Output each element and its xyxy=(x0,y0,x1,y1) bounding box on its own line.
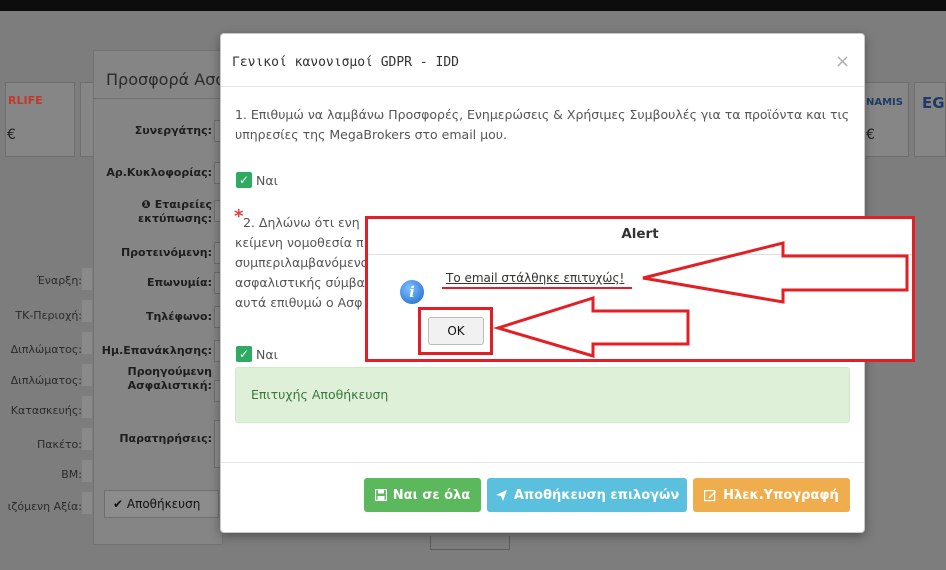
arrow-to-message xyxy=(642,241,909,304)
arrow-to-ok xyxy=(492,295,690,359)
annotation-arrows xyxy=(492,241,909,359)
